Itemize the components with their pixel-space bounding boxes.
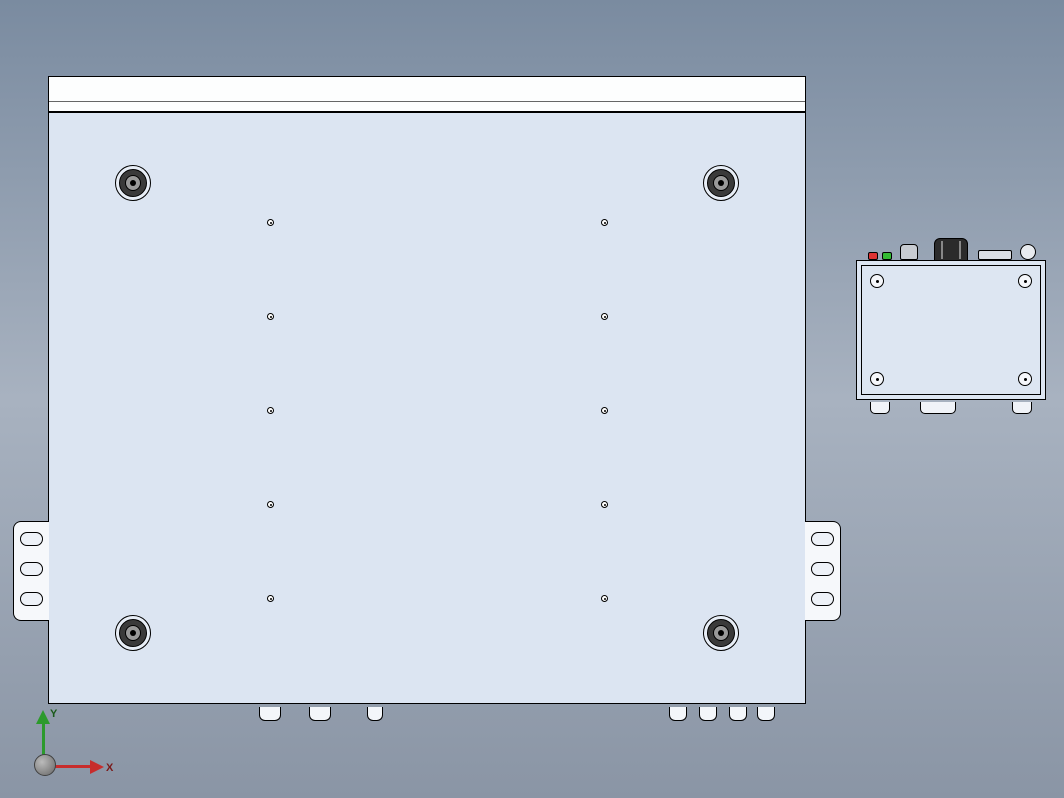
jog-wheel-icon — [1020, 244, 1036, 260]
port — [259, 707, 281, 721]
small-body — [856, 260, 1046, 400]
small-hole — [601, 407, 608, 414]
corner-hole — [870, 274, 884, 288]
corner-hole — [870, 372, 884, 386]
small-hole — [267, 313, 274, 320]
y-axis-icon — [42, 724, 45, 766]
corner-hole — [1018, 274, 1032, 288]
small-hole — [267, 219, 274, 226]
small-assembly[interactable] — [856, 260, 1046, 400]
small-knob-icon — [900, 244, 918, 260]
small-hole — [267, 501, 274, 508]
x-axis-icon — [44, 765, 90, 768]
port — [367, 707, 383, 721]
foot-top-right — [703, 165, 739, 201]
foot-bottom-right — [703, 615, 739, 651]
cad-viewport[interactable]: X Y — [0, 0, 1064, 798]
foot-top-left — [115, 165, 151, 201]
small-inner-plate — [861, 265, 1041, 395]
panel-body — [49, 112, 805, 703]
side-bracket-left — [13, 521, 49, 621]
control-panel-top — [856, 238, 1046, 260]
small-hole — [601, 313, 608, 320]
x-axis-label: X — [106, 762, 113, 774]
foot-bottom-left — [115, 615, 151, 651]
corner-hole — [1018, 372, 1032, 386]
small-foot — [1012, 402, 1032, 414]
small-hole — [267, 407, 274, 414]
bottom-ports — [49, 703, 805, 721]
port — [729, 707, 747, 721]
small-hole — [601, 501, 608, 508]
main-assembly[interactable] — [48, 76, 806, 704]
small-hole — [267, 595, 274, 602]
red-led-icon — [868, 252, 878, 260]
port — [669, 707, 687, 721]
display-slot-icon — [978, 250, 1012, 260]
estop-knob-icon — [934, 238, 968, 262]
small-bottom-feet — [856, 400, 1046, 414]
origin-icon — [34, 754, 56, 776]
side-bracket-right — [805, 521, 841, 621]
top-rail — [48, 76, 806, 112]
port — [757, 707, 775, 721]
small-hole — [601, 219, 608, 226]
port — [309, 707, 331, 721]
green-led-icon — [882, 252, 892, 260]
port — [699, 707, 717, 721]
small-hole — [601, 595, 608, 602]
small-foot — [920, 402, 956, 414]
small-foot — [870, 402, 890, 414]
